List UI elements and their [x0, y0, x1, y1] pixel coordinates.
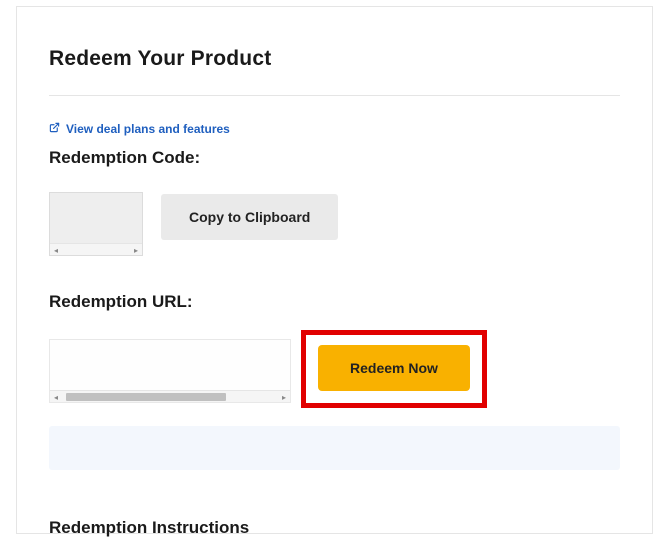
scroll-right-icon[interactable]: ▸ — [278, 391, 290, 403]
redemption-code-heading: Redemption Code: — [49, 148, 620, 168]
external-link-icon — [49, 122, 60, 136]
code-scrollbar[interactable]: ◂ ▸ — [50, 243, 142, 255]
copy-to-clipboard-button[interactable]: Copy to Clipboard — [161, 194, 338, 240]
redemption-instructions-heading: Redemption Instructions — [49, 518, 620, 538]
info-panel — [49, 426, 620, 470]
redemption-code-row: ◂ ▸ Copy to Clipboard — [49, 192, 620, 256]
scroll-thumb[interactable] — [66, 393, 226, 401]
redeem-now-button[interactable]: Redeem Now — [318, 345, 470, 391]
view-deal-plans-label: View deal plans and features — [66, 122, 230, 136]
redeem-now-highlight: Redeem Now — [301, 330, 487, 408]
view-deal-plans-link[interactable]: View deal plans and features — [49, 122, 230, 136]
scroll-left-icon[interactable]: ◂ — [50, 244, 62, 256]
url-scrollbar[interactable]: ◂ ▸ — [50, 390, 290, 402]
redemption-url-box[interactable]: ◂ ▸ — [49, 339, 291, 403]
divider — [49, 95, 620, 96]
redemption-url-row: ◂ ▸ Redeem Now — [49, 334, 620, 408]
redeem-card: Redeem Your Product View deal plans and … — [16, 6, 653, 534]
redemption-url-heading: Redemption URL: — [49, 292, 620, 312]
scroll-left-icon[interactable]: ◂ — [50, 391, 62, 403]
scroll-right-icon[interactable]: ▸ — [130, 244, 142, 256]
page-title: Redeem Your Product — [49, 47, 620, 71]
redemption-code-box[interactable]: ◂ ▸ — [49, 192, 143, 256]
